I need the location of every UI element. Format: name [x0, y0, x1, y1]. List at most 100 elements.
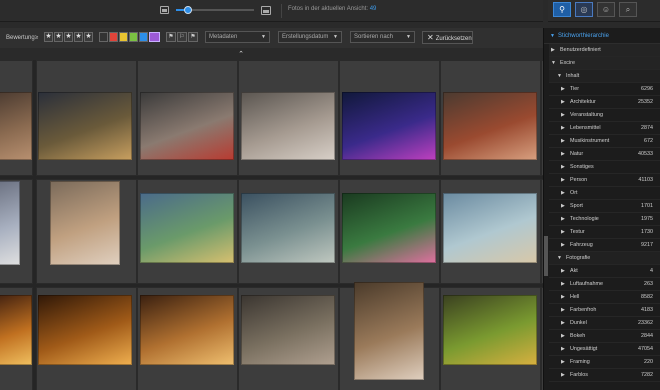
keyword-row[interactable]: ▶ Ungesättigt 47054 — [549, 343, 660, 356]
chevron-right-icon[interactable]: ▶ — [561, 200, 565, 213]
photo-thumbnail-street-vendors[interactable] — [0, 92, 32, 160]
magnifier-icon[interactable]: ⌕ — [619, 2, 637, 17]
face-scan-icon[interactable]: ◎ — [575, 2, 593, 17]
chevron-right-icon[interactable]: ▶ — [561, 96, 565, 109]
chevron-right-icon[interactable]: ▶ — [561, 317, 565, 330]
chevron-right-icon[interactable]: ▶ — [561, 356, 565, 369]
rating-star-5[interactable]: ★ — [84, 32, 93, 42]
keyword-row[interactable]: ▶ Hell 8582 — [549, 291, 660, 304]
chevron-right-icon[interactable]: ▶ — [551, 44, 555, 57]
photo-thumbnail-skyscraper-night[interactable] — [342, 92, 436, 160]
photo-thumbnail-street-shop[interactable] — [0, 181, 20, 265]
photo-thumbnail-sunset-palms[interactable] — [38, 295, 132, 365]
chevron-right-icon[interactable]: ▶ — [561, 265, 565, 278]
keyword-row[interactable]: ▶ Akt 4 — [549, 265, 660, 278]
color-purple-swatch[interactable] — [149, 32, 160, 42]
color-none-swatch[interactable] — [99, 32, 108, 42]
chevron-right-icon[interactable]: ▶ — [561, 239, 565, 252]
photo-thumbnail-fish-market[interactable] — [241, 295, 335, 365]
collapse-filter-chevron-icon[interactable]: ⌃ — [230, 51, 252, 59]
panel-scrollbar[interactable] — [544, 236, 548, 276]
photo-thumbnail-lotus-flower[interactable] — [342, 193, 436, 263]
keyword-row[interactable]: ▶ Farbenfroh 4183 — [549, 304, 660, 317]
color-red-swatch[interactable] — [109, 32, 118, 42]
rating-star-3[interactable]: ★ — [64, 32, 73, 42]
photo-thumbnail-river-boatman[interactable] — [241, 193, 335, 263]
chevron-right-icon[interactable]: ▶ — [561, 330, 565, 343]
rating-star-2[interactable]: ★ — [54, 32, 63, 42]
chevron-right-icon[interactable]: ▶ — [561, 278, 565, 291]
keyword-row[interactable]: ▶ Tier 6296 — [549, 83, 660, 96]
keyword-row[interactable]: ▶ Lebensmittel 2874 — [549, 122, 660, 135]
keyword-row[interactable]: ▶ Farblos 7282 — [549, 369, 660, 382]
chevron-right-icon[interactable]: ▶ — [561, 213, 565, 226]
color-yellow-swatch[interactable] — [119, 32, 128, 42]
large-thumbnail-icon[interactable] — [261, 6, 271, 15]
chevron-down-icon[interactable]: ▼ — [557, 70, 562, 83]
photo-thumbnail-scooter-crowd[interactable] — [443, 92, 537, 160]
chevron-right-icon[interactable]: ▶ — [561, 369, 565, 382]
keyword-row[interactable]: ▶ Architektur 25352 — [549, 96, 660, 109]
keyword-row[interactable]: ▶ Person 41103 — [549, 174, 660, 187]
chevron-right-icon[interactable]: ▶ — [561, 174, 565, 187]
keyword-row[interactable]: ▶ Bokeh 2844 — [549, 330, 660, 343]
photo-thumbnail-boat-rower[interactable] — [140, 193, 234, 263]
photo-thumbnail-market-street[interactable] — [241, 92, 335, 160]
photo-thumbnail-price-sacks[interactable] — [354, 282, 424, 380]
keyword-row[interactable]: ▶ Framing 220 — [549, 356, 660, 369]
photo-thumbnail-sunset-sea[interactable] — [0, 295, 32, 365]
photo-thumbnail-sunset-plane[interactable] — [140, 295, 234, 365]
chevron-right-icon[interactable]: ▶ — [561, 187, 565, 200]
people-icon[interactable]: ☺ — [597, 2, 615, 17]
thumbnail-size-slider[interactable] — [176, 6, 254, 14]
photo-thumbnail-scooter-riders[interactable] — [140, 92, 234, 160]
rating-operator[interactable]: ≥ — [35, 35, 38, 41]
keyword-row[interactable]: ▶ Textur 1730 — [549, 226, 660, 239]
keyword-row[interactable]: ▶ Luftaufnahme 263 — [549, 278, 660, 291]
color-green-swatch[interactable] — [129, 32, 138, 42]
keyword-tag-icon[interactable]: ⚲ — [553, 2, 571, 17]
chevron-down-icon[interactable]: ▼ — [551, 57, 556, 70]
chevron-right-icon[interactable]: ▶ — [561, 122, 565, 135]
keyword-panel-header[interactable]: ▼ Stichworthierarchie — [544, 28, 660, 44]
flag-rejected-icon[interactable]: ⚑ — [188, 32, 198, 42]
keyword-row[interactable]: ▶ Technologie 1975 — [549, 213, 660, 226]
chevron-right-icon[interactable]: ▶ — [561, 161, 565, 174]
chevron-right-icon[interactable]: ▶ — [561, 343, 565, 356]
metadata-dropdown[interactable]: Metadaten ▼ — [205, 31, 270, 43]
flag-unflagged-icon[interactable]: ⚐ — [177, 32, 187, 42]
sort-dropdown[interactable]: Sortieren nach ▼ — [350, 31, 415, 43]
keyword-row[interactable]: ▶ Sport 1701 — [549, 200, 660, 213]
rating-star-1[interactable]: ★ — [44, 32, 53, 42]
keyword-row[interactable]: ▶ Sonstiges — [549, 161, 660, 174]
photo-thumbnail-basket-vendor[interactable] — [50, 181, 120, 265]
photo-thumbnail-incense-temple[interactable] — [38, 92, 132, 160]
chevron-right-icon[interactable]: ▶ — [561, 83, 565, 96]
keyword-row[interactable]: ▶ Natur 40533 — [549, 148, 660, 161]
photo-thumbnail-fruit-stall[interactable] — [443, 295, 537, 365]
chevron-right-icon[interactable]: ▶ — [561, 304, 565, 317]
keyword-row[interactable]: ▼ Excire — [549, 57, 660, 70]
keyword-row[interactable]: ▶ Ort — [549, 187, 660, 200]
keyword-row[interactable]: ▶ Musikinstrument 672 — [549, 135, 660, 148]
date-dropdown[interactable]: Erstellungsdatum ▼ — [278, 31, 342, 43]
keyword-row[interactable]: ▶ Dunkel 23362 — [549, 317, 660, 330]
flag-picked-icon[interactable]: ⚑ — [166, 32, 176, 42]
keyword-row[interactable]: ▼ Inhalt — [549, 70, 660, 83]
chevron-right-icon[interactable]: ▶ — [561, 135, 565, 148]
chevron-right-icon[interactable]: ▶ — [561, 148, 565, 161]
color-blue-swatch[interactable] — [139, 32, 148, 42]
chevron-right-icon[interactable]: ▶ — [561, 109, 565, 122]
chevron-right-icon[interactable]: ▶ — [561, 226, 565, 239]
keyword-row[interactable]: ▶ Veranstaltung — [549, 109, 660, 122]
keyword-row[interactable]: ▶ Fahrzeug 9217 — [549, 239, 660, 252]
keyword-row[interactable]: ▶ Benutzerdefiniert — [549, 44, 660, 57]
rating-star-4[interactable]: ★ — [74, 32, 83, 42]
photo-thumbnail-palm-beach[interactable] — [443, 193, 537, 263]
chevron-right-icon[interactable]: ▶ — [561, 291, 565, 304]
keyword-row[interactable]: ▼ Fotografie — [549, 252, 660, 265]
slider-handle[interactable] — [183, 6, 192, 14]
chevron-down-icon[interactable]: ▼ — [557, 252, 562, 265]
reset-filter-button[interactable]: ✕ Zurücksetzen — [422, 31, 473, 44]
small-thumbnail-icon[interactable] — [160, 6, 169, 14]
